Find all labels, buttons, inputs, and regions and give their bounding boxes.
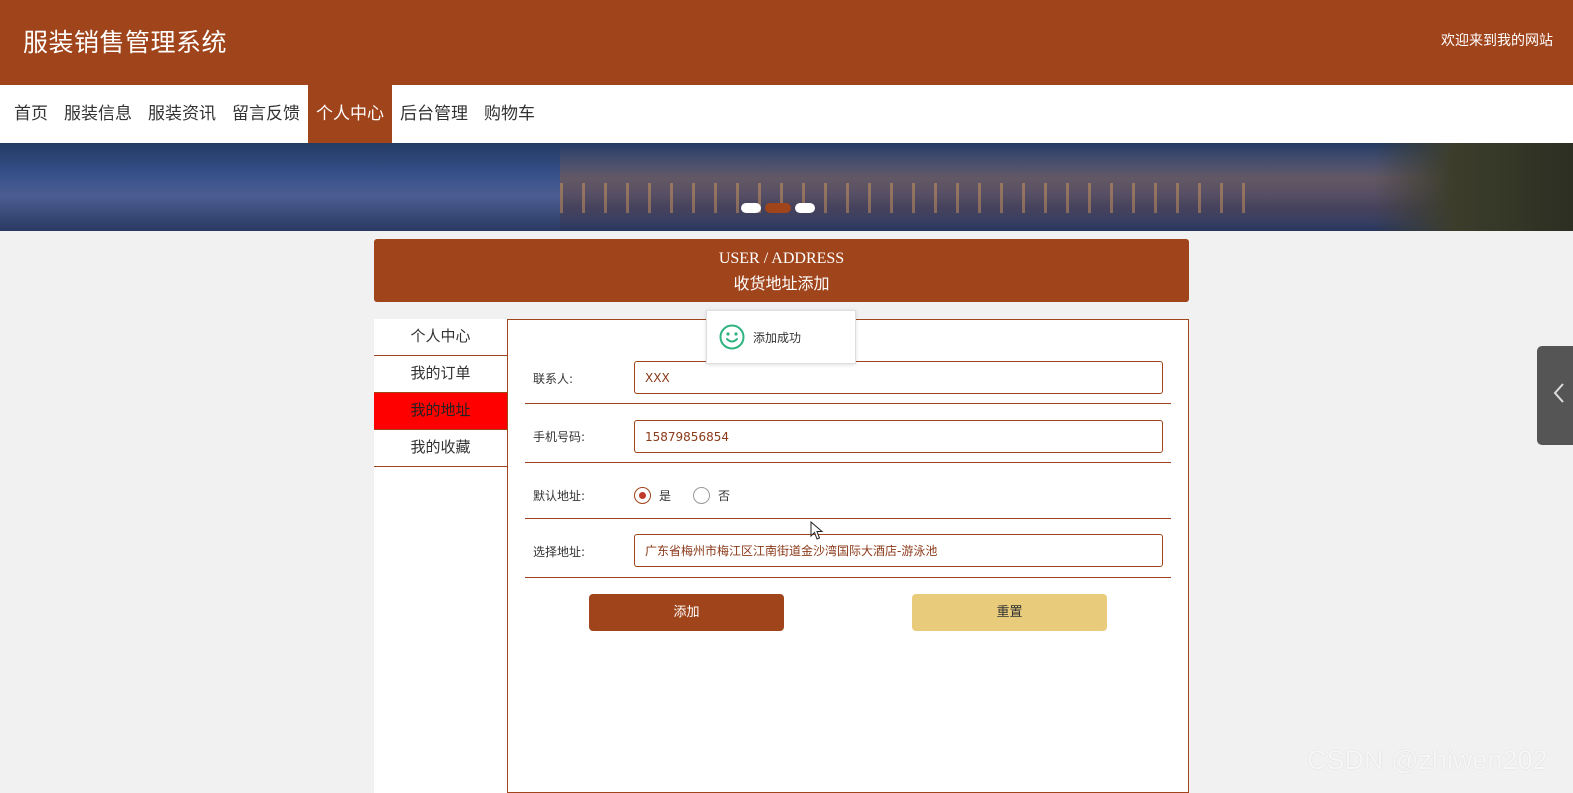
default-no-label: 否 — [718, 489, 731, 503]
default-address-row: 默认地址: 是 否 — [525, 463, 1171, 519]
phone-input[interactable] — [634, 420, 1163, 453]
smile-icon — [719, 324, 745, 350]
nav-item-admin[interactable]: 后台管理 — [392, 85, 476, 143]
nav-item-feedback[interactable]: 留言反馈 — [224, 85, 308, 143]
address-select-input[interactable] — [634, 534, 1163, 567]
carousel-dots — [741, 203, 815, 213]
reset-button[interactable]: 重置 — [912, 594, 1107, 631]
default-no-radio[interactable] — [693, 487, 711, 504]
side-collapse-tab[interactable] — [1537, 346, 1573, 445]
section-header: USER / ADDRESS 收货地址添加 — [374, 239, 1189, 302]
section-title-cn: 收货地址添加 — [733, 274, 830, 293]
top-header: 服装销售管理系统 欢迎来到我的网站 — [0, 0, 1573, 85]
carousel-dot-active[interactable] — [765, 203, 791, 213]
sidebar-menu: 个人中心 我的订单 我的地址 我的收藏 — [374, 319, 507, 793]
phone-row: 手机号码: — [525, 404, 1171, 463]
default-yes-radio[interactable] — [634, 487, 651, 504]
address-form: 联系人: 手机号码: 默认地址: 是 否 选择地址: 添加 重置 — [507, 319, 1189, 793]
success-toast: 添加成功 — [706, 310, 856, 364]
phone-label: 手机号码: — [533, 430, 586, 444]
address-row: 选择地址: — [525, 519, 1171, 578]
address-label: 选择地址: — [533, 545, 586, 559]
watermark: CSDN @zhiwen202 — [1307, 745, 1548, 775]
sidebar-item-personal-center[interactable]: 个人中心 — [374, 319, 507, 356]
contact-input[interactable] — [634, 361, 1163, 394]
nav-item-clothing-news[interactable]: 服装资讯 — [140, 85, 224, 143]
default-address-label: 默认地址: — [533, 489, 586, 503]
add-button[interactable]: 添加 — [589, 594, 784, 631]
site-title: 服装销售管理系统 — [23, 28, 228, 57]
mouse-cursor-icon — [810, 521, 824, 540]
toast-text: 添加成功 — [753, 330, 802, 345]
banner-hills — [1373, 143, 1573, 231]
chevron-left-icon — [1553, 383, 1564, 403]
default-yes-label: 是 — [659, 489, 672, 503]
welcome-text: 欢迎来到我的网站 — [1441, 33, 1553, 49]
banner-carousel — [0, 143, 1573, 231]
sidebar-item-my-orders[interactable]: 我的订单 — [374, 356, 507, 393]
nav-item-personal-center[interactable]: 个人中心 — [308, 85, 392, 143]
sidebar-item-my-address[interactable]: 我的地址 — [374, 393, 507, 430]
contact-label: 联系人: — [533, 372, 574, 386]
sidebar-item-my-favorites[interactable]: 我的收藏 — [374, 430, 507, 467]
section-title-en: USER / ADDRESS — [718, 250, 845, 267]
main-nav: 首页 服装信息 服装资讯 留言反馈 个人中心 后台管理 购物车 — [0, 85, 1573, 143]
default-address-radio-group: 是 否 — [634, 487, 752, 504]
nav-item-clothing-info[interactable]: 服装信息 — [56, 85, 140, 143]
carousel-dot[interactable] — [741, 203, 761, 213]
nav-item-cart[interactable]: 购物车 — [476, 85, 543, 143]
banner-lights — [560, 183, 1260, 213]
nav-item-home[interactable]: 首页 — [6, 85, 56, 143]
carousel-dot[interactable] — [795, 203, 815, 213]
